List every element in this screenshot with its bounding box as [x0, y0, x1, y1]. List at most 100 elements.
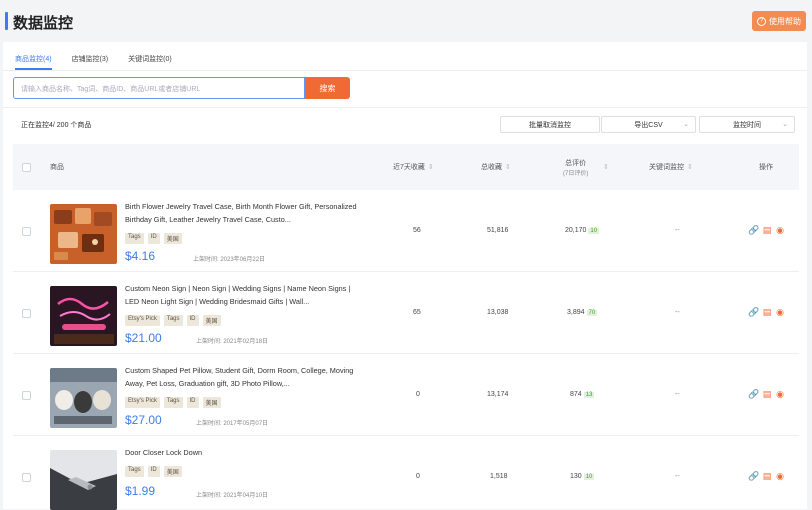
col-product: 商品 — [50, 164, 64, 171]
select-all-checkbox[interactable] — [22, 162, 31, 172]
product-thumbnail[interactable] — [50, 368, 117, 428]
page-header: 数据监控 ? 使用帮助 — [0, 0, 812, 42]
row-checkbox[interactable] — [22, 391, 31, 400]
listing-date: 上架时间: 2021年04月10日 — [196, 493, 269, 499]
product-price: $4.16 — [125, 249, 156, 263]
report-icon[interactable]: ▤ — [762, 307, 772, 317]
stop-monitor-icon[interactable]: ◉ — [775, 225, 785, 235]
reviews-7d-badge: 10 — [588, 228, 600, 234]
help-button-label: 使用帮助 — [769, 16, 801, 26]
col-reviews[interactable]: 总评价 (7日评价) — [563, 144, 588, 190]
product-tags: Tags ID 美国 — [125, 233, 182, 244]
total-fav-value: 51,816 — [487, 227, 509, 234]
keyword-value: -- — [675, 473, 680, 480]
link-icon[interactable]: 🔗 — [748, 307, 759, 317]
total-fav-value: 13,038 — [487, 309, 509, 316]
chevron-down-icon: ⌄ — [683, 121, 689, 128]
tag-badge[interactable]: ID — [147, 233, 160, 244]
row-actions: 🔗 ▤ ◉ — [748, 389, 785, 399]
col-reviews-sub-label: (7日评价) — [563, 170, 589, 177]
tag-badge[interactable]: ID — [186, 315, 199, 326]
product-price: $27.00 — [125, 413, 162, 427]
reviews-value: 130 10 — [570, 473, 595, 480]
tag-badge: 美国 — [163, 233, 182, 244]
export-csv-label: 导出CSV — [634, 121, 663, 129]
export-csv-dropdown[interactable]: 导出CSV ⌄ — [601, 116, 696, 133]
tag-badge[interactable]: ID — [186, 397, 199, 408]
tag-badge[interactable]: Tags — [163, 315, 183, 326]
search-input[interactable]: 请输入商品名称、Tag词、商品ID、商品URL或者店铺URL — [13, 77, 305, 99]
table-row: Custom Neon Sign | Neon Sign | Wedding S… — [13, 272, 799, 354]
col-7d-favorites[interactable]: 近7天收藏 ⇕ — [393, 144, 434, 190]
sort-icon[interactable]: ⇕ — [603, 163, 609, 171]
reviews-total: 20,170 — [565, 227, 587, 234]
total-fav-value: 13,174 — [487, 391, 509, 398]
row-actions: 🔗 ▤ ◉ — [748, 471, 785, 481]
tag-badge[interactable]: Tags — [125, 466, 144, 477]
sort-icon: ⇕ — [427, 164, 434, 171]
reviews-7d-badge: 13 — [583, 392, 595, 398]
reviews-value: 20,170 10 — [565, 227, 600, 234]
reviews-value: 874 13 — [570, 391, 595, 398]
tag-badge[interactable]: Tags — [125, 233, 144, 244]
tag-badge[interactable]: ID — [147, 466, 160, 477]
report-icon[interactable]: ▤ — [762, 471, 772, 481]
tag-badge[interactable]: Tags — [163, 397, 183, 408]
help-button[interactable]: ? 使用帮助 — [752, 11, 806, 31]
tab-keyword-monitor[interactable]: 关键词监控(0) — [128, 50, 172, 70]
keyword-value: -- — [675, 391, 680, 398]
product-thumbnail[interactable] — [50, 204, 117, 264]
col-total-favorites[interactable]: 总收藏 ⇕ — [481, 144, 511, 190]
report-icon[interactable]: ▤ — [762, 389, 772, 399]
product-title[interactable]: Custom Shaped Pet Pillow, Student Gift, … — [125, 364, 361, 390]
listing-date: 上架时间: 2023年06月22日 — [193, 257, 266, 263]
product-tags: Tags ID 美国 — [125, 466, 182, 477]
sort-icon: ⇕ — [505, 164, 511, 171]
fav-7d-value: 65 — [413, 309, 421, 316]
report-icon[interactable]: ▤ — [762, 225, 772, 235]
total-fav-value: 1,518 — [490, 473, 508, 480]
product-title[interactable]: Birth Flower Jewelry Travel Case, Birth … — [125, 200, 361, 226]
link-icon[interactable]: 🔗 — [748, 225, 759, 235]
product-thumbnail[interactable] — [50, 450, 117, 510]
tabs-divider — [3, 70, 807, 71]
product-price: $1.99 — [125, 484, 156, 498]
tag-badge: Etsy's Pick — [125, 315, 160, 326]
table-header: 商品 近7天收藏 ⇕ 总收藏 ⇕ 总评价 (7日评价) ⇕ 关键词监控 ⇕ 操作 — [13, 144, 799, 190]
search-button[interactable]: 搜索 — [305, 77, 350, 99]
reviews-7d-badge: 70 — [586, 310, 598, 316]
stop-monitor-icon[interactable]: ◉ — [775, 471, 785, 481]
table-row: Door Closer Lock Down Tags ID 美国 $1.99 上… — [13, 436, 799, 510]
product-tags: Etsy's Pick Tags ID 美国 — [125, 315, 221, 326]
tab-shop-monitor[interactable]: 店铺监控(3) — [72, 50, 109, 70]
stop-monitor-icon[interactable]: ◉ — [775, 389, 785, 399]
stop-monitor-icon[interactable]: ◉ — [775, 307, 785, 317]
reviews-value: 3,894 70 — [567, 309, 598, 316]
product-title[interactable]: Custom Neon Sign | Neon Sign | Wedding S… — [125, 282, 361, 308]
tag-badge: 美国 — [202, 397, 221, 408]
link-icon[interactable]: 🔗 — [748, 389, 759, 399]
batch-cancel-label: 批量取消监控 — [529, 121, 571, 129]
product-title[interactable]: Door Closer Lock Down — [125, 446, 361, 459]
row-checkbox[interactable] — [22, 309, 31, 318]
link-icon[interactable]: 🔗 — [748, 471, 759, 481]
monitor-count-summary: 正在监控4/ 200 个商品 — [21, 122, 92, 129]
product-thumbnail[interactable] — [50, 286, 117, 346]
page-title: 数据监控 — [13, 15, 74, 32]
batch-cancel-monitor-button[interactable]: 批量取消监控 — [500, 116, 600, 133]
listing-date: 上架时间: 2021年02月18日 — [196, 339, 269, 345]
row-checkbox[interactable] — [22, 473, 31, 482]
col-7d-favorites-label: 近7天收藏 — [393, 164, 425, 171]
chevron-down-icon: ⌄ — [782, 121, 788, 128]
row-checkbox[interactable] — [22, 227, 31, 236]
sort-dropdown[interactable]: 监控时间 ⌄ — [699, 116, 795, 133]
reviews-7d-badge: 10 — [583, 474, 595, 480]
table-row: Custom Shaped Pet Pillow, Student Gift, … — [13, 354, 799, 436]
tab-product-monitor[interactable]: 商品监控(4) — [15, 50, 52, 70]
row-actions: 🔗 ▤ ◉ — [748, 307, 785, 317]
col-keyword-monitor[interactable]: 关键词监控 ⇕ — [649, 144, 693, 190]
sort-icon: ⇕ — [687, 164, 693, 171]
section-divider — [3, 107, 807, 108]
row-actions: 🔗 ▤ ◉ — [748, 225, 785, 235]
keyword-value: -- — [675, 309, 680, 316]
